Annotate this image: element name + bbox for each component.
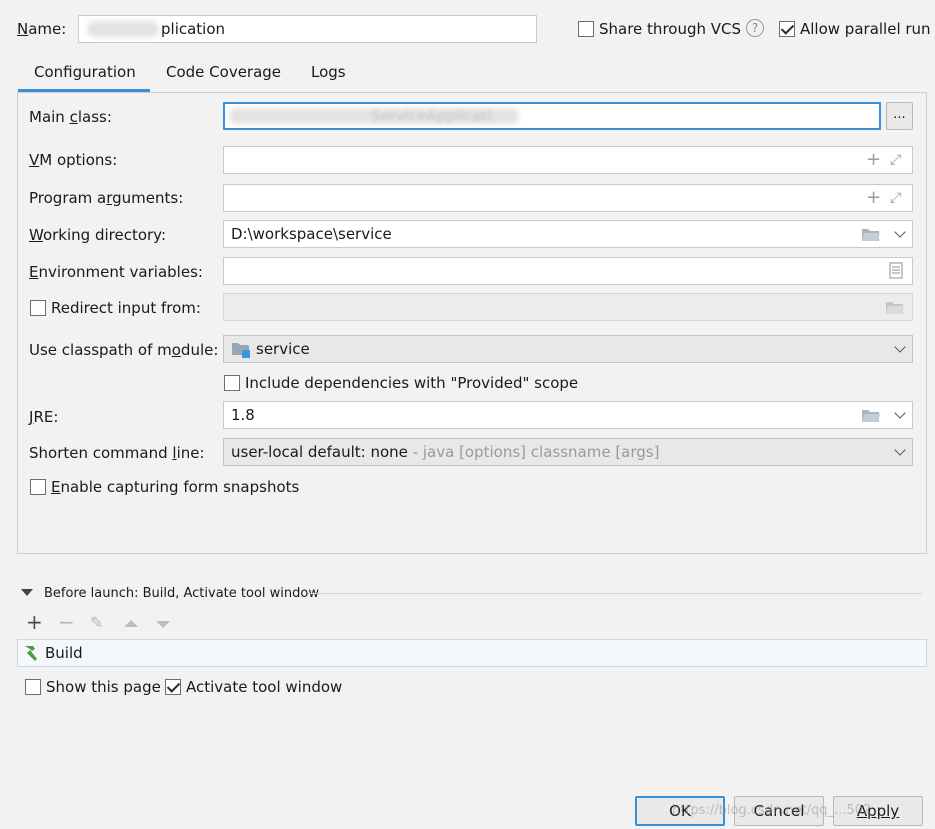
show-page-checkbox[interactable] — [25, 679, 41, 695]
tab-configuration[interactable]: Configuration — [18, 56, 150, 92]
help-icon[interactable]: ? — [746, 19, 764, 37]
program-arguments-label: Program arguments: — [29, 189, 184, 207]
move-up-icon — [124, 620, 138, 627]
activate-tool-window-label: Activate tool window — [186, 678, 343, 696]
classpath-module-label: Use classpath of module: — [29, 341, 219, 359]
collapse-triangle-icon[interactable] — [21, 589, 33, 596]
main-class-browse-button[interactable]: ... — [886, 102, 913, 130]
move-down-icon — [156, 621, 170, 628]
edit-icon: ✎ — [90, 613, 104, 632]
folder-icon[interactable] — [861, 226, 881, 242]
program-arguments-input[interactable] — [223, 184, 913, 212]
enable-snapshots-checkbox[interactable] — [30, 479, 46, 495]
show-page-label: Show this page — [46, 678, 161, 696]
shorten-value: user-local default: none — [231, 443, 408, 461]
name-label: Name: — [17, 20, 67, 38]
tab-code-coverage[interactable]: Code Coverage — [150, 56, 297, 92]
remove-icon: − — [58, 610, 75, 634]
share-vcs-checkbox[interactable] — [578, 21, 594, 37]
allow-parallel-checkbox[interactable] — [779, 21, 795, 37]
add-icon[interactable]: + — [26, 612, 43, 632]
folder-icon[interactable] — [861, 407, 881, 423]
before-launch-title[interactable]: Before launch: Build, Activate tool wind… — [44, 584, 319, 604]
working-directory-input[interactable]: D:\workspace\service — [223, 220, 913, 248]
document-icon[interactable] — [889, 262, 903, 279]
main-class-input[interactable]: ServiceApplicati — [223, 102, 881, 130]
working-directory-label: Working directory: — [29, 226, 167, 244]
expand-icon[interactable]: ⤢ — [890, 190, 901, 206]
shorten-command-line-label: Shorten command line: — [29, 444, 205, 462]
folder-icon — [886, 302, 904, 314]
share-vcs-label: Share through VCS — [599, 20, 742, 38]
include-dependencies-checkbox[interactable] — [224, 375, 240, 391]
module-folder-icon — [232, 343, 250, 358]
redirect-input-checkbox[interactable] — [30, 300, 46, 316]
allow-parallel-label: Allow parallel run — [800, 20, 931, 38]
divider — [308, 593, 922, 594]
expand-icon[interactable]: ⤢ — [890, 152, 901, 168]
vm-options-label: VM options: — [29, 151, 118, 169]
plus-icon[interactable]: + — [866, 189, 881, 207]
jre-label: JRE: — [29, 408, 59, 426]
include-dependencies-label: Include dependencies with "Provided" sco… — [245, 374, 579, 392]
classpath-module-select[interactable]: service — [223, 335, 913, 363]
redirect-input-label: Redirect input from: — [51, 299, 201, 317]
main-class-value: ServiceApplicati — [371, 107, 492, 125]
name-value: plication — [161, 20, 226, 38]
enable-snapshots-label: Enable capturing form snapshots — [51, 478, 300, 496]
vm-options-input[interactable] — [223, 146, 913, 174]
shorten-hint: - java [options] classname [args] — [407, 443, 660, 461]
main-class-label: Main class: — [29, 108, 112, 126]
jre-input[interactable]: 1.8 — [223, 401, 913, 429]
environment-variables-label: Environment variables: — [29, 263, 203, 281]
before-launch-list: Build — [17, 639, 927, 667]
hammer-icon — [25, 646, 37, 661]
watermark: https://blog.csdn.net/qq_...502 — [672, 803, 872, 818]
shorten-command-line-select[interactable]: user-local default: none - java [options… — [223, 438, 913, 466]
name-input[interactable]: plication — [78, 15, 537, 43]
list-item[interactable]: Build — [18, 640, 926, 666]
redirect-input-field — [223, 293, 913, 321]
tab-logs[interactable]: Logs — [295, 56, 362, 92]
plus-icon[interactable]: + — [866, 151, 881, 169]
list-item-label: Build — [45, 644, 83, 662]
activate-tool-window-checkbox[interactable] — [165, 679, 181, 695]
environment-variables-input[interactable] — [223, 257, 913, 285]
redaction-blur — [87, 21, 159, 37]
